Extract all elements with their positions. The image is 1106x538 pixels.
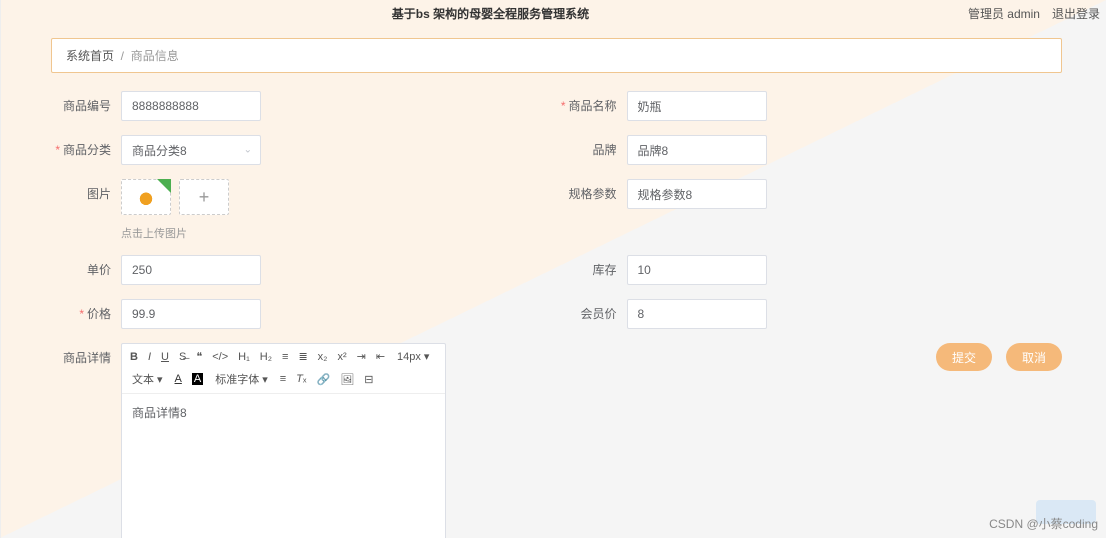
price-input[interactable]: [121, 255, 261, 285]
brand-input[interactable]: [627, 135, 767, 165]
chevron-down-icon: ▾: [262, 373, 268, 386]
video-icon[interactable]: ⊟: [364, 373, 373, 386]
chevron-down-icon: ▾: [424, 350, 430, 363]
h1-icon[interactable]: H₁: [238, 351, 250, 363]
fontstyle-select[interactable]: 文本 ▾: [130, 371, 165, 387]
header: 基于bs 架构的母婴全程服务管理系统 管理员 admin 退出登录: [1, 0, 1106, 26]
breadcrumb-home[interactable]: 系统首页: [66, 49, 114, 63]
label-image: 图片: [51, 179, 121, 215]
breadcrumb-current: 商品信息: [131, 49, 179, 63]
strike-icon[interactable]: S̶: [179, 351, 186, 363]
sub-icon[interactable]: x₂: [318, 351, 328, 363]
list-ul-icon[interactable]: ≣: [298, 350, 307, 363]
underline-icon[interactable]: U: [161, 351, 169, 363]
quote-icon[interactable]: ❝: [196, 350, 202, 363]
spec-input[interactable]: [627, 179, 767, 209]
upload-tip: 点击上传图片: [121, 225, 187, 241]
rich-editor: B I U S̶ ❝ </> H₁ H₂ ≡ ≣ x₂: [121, 343, 446, 538]
product-no-input[interactable]: [121, 91, 261, 121]
thumb-placeholder: [135, 188, 157, 206]
outdent-icon[interactable]: ⇤: [376, 350, 385, 363]
check-icon: [157, 179, 171, 193]
color-icon[interactable]: A: [175, 373, 182, 385]
image-thumb[interactable]: [121, 179, 171, 215]
label-stock: 库存: [557, 255, 627, 278]
label-spec: 规格参数: [557, 179, 627, 202]
editor-body[interactable]: 商品详情8: [122, 394, 445, 538]
upload-add-button[interactable]: +: [179, 179, 229, 215]
link-icon[interactable]: 🔗: [317, 373, 331, 386]
plus-icon: +: [199, 187, 210, 208]
image-icon[interactable]: 🖼: [340, 373, 354, 386]
member-price-input[interactable]: [627, 299, 767, 329]
label-price: 单价: [51, 255, 121, 278]
sup-icon[interactable]: x²: [337, 351, 346, 363]
chevron-down-icon: ▾: [157, 373, 163, 386]
h2-icon[interactable]: H₂: [260, 351, 272, 363]
label-brand: 品牌: [557, 135, 627, 158]
logout-link[interactable]: 退出登录: [1052, 5, 1100, 22]
label-detail: 商品详情: [51, 343, 121, 366]
label-category: 商品分类: [51, 135, 121, 158]
label-cost: 价格: [51, 299, 121, 322]
label-product-no: 商品编号: [51, 91, 121, 114]
fontfamily-select[interactable]: 标准字体 ▾: [213, 371, 270, 387]
clear-icon[interactable]: Tₓ: [296, 373, 306, 385]
list-ol-icon[interactable]: ≡: [282, 351, 288, 363]
bgcolor-icon[interactable]: A: [192, 373, 203, 385]
stock-input[interactable]: [627, 255, 767, 285]
product-form: 商品编号 商品名称 商品分类 商品分类8 ⌄: [51, 91, 1062, 538]
indent-icon[interactable]: ⇥: [357, 350, 366, 363]
page-title: 基于bs 架构的母婴全程服务管理系统: [13, 5, 968, 22]
fontsize-select[interactable]: 14px ▾: [395, 350, 431, 363]
code-icon[interactable]: </>: [212, 351, 228, 363]
label-member-price: 会员价: [557, 299, 627, 322]
chevron-down-icon: ⌄: [244, 145, 252, 156]
italic-icon[interactable]: I: [148, 351, 151, 363]
bold-icon[interactable]: B: [130, 351, 138, 363]
cancel-button[interactable]: 取消: [1006, 343, 1062, 371]
user-label: 管理员 admin: [968, 5, 1040, 22]
breadcrumb: 系统首页 / 商品信息: [51, 38, 1062, 73]
label-product-name: 商品名称: [557, 91, 627, 114]
editor-toolbar: B I U S̶ ❝ </> H₁ H₂ ≡ ≣ x₂: [122, 344, 445, 394]
submit-button[interactable]: 提交: [936, 343, 992, 371]
watermark: CSDN @小蔡coding: [989, 515, 1098, 532]
cost-input[interactable]: [121, 299, 261, 329]
align-icon[interactable]: ≡: [280, 373, 286, 385]
product-name-input[interactable]: [627, 91, 767, 121]
category-select[interactable]: 商品分类8 ⌄: [121, 135, 261, 165]
